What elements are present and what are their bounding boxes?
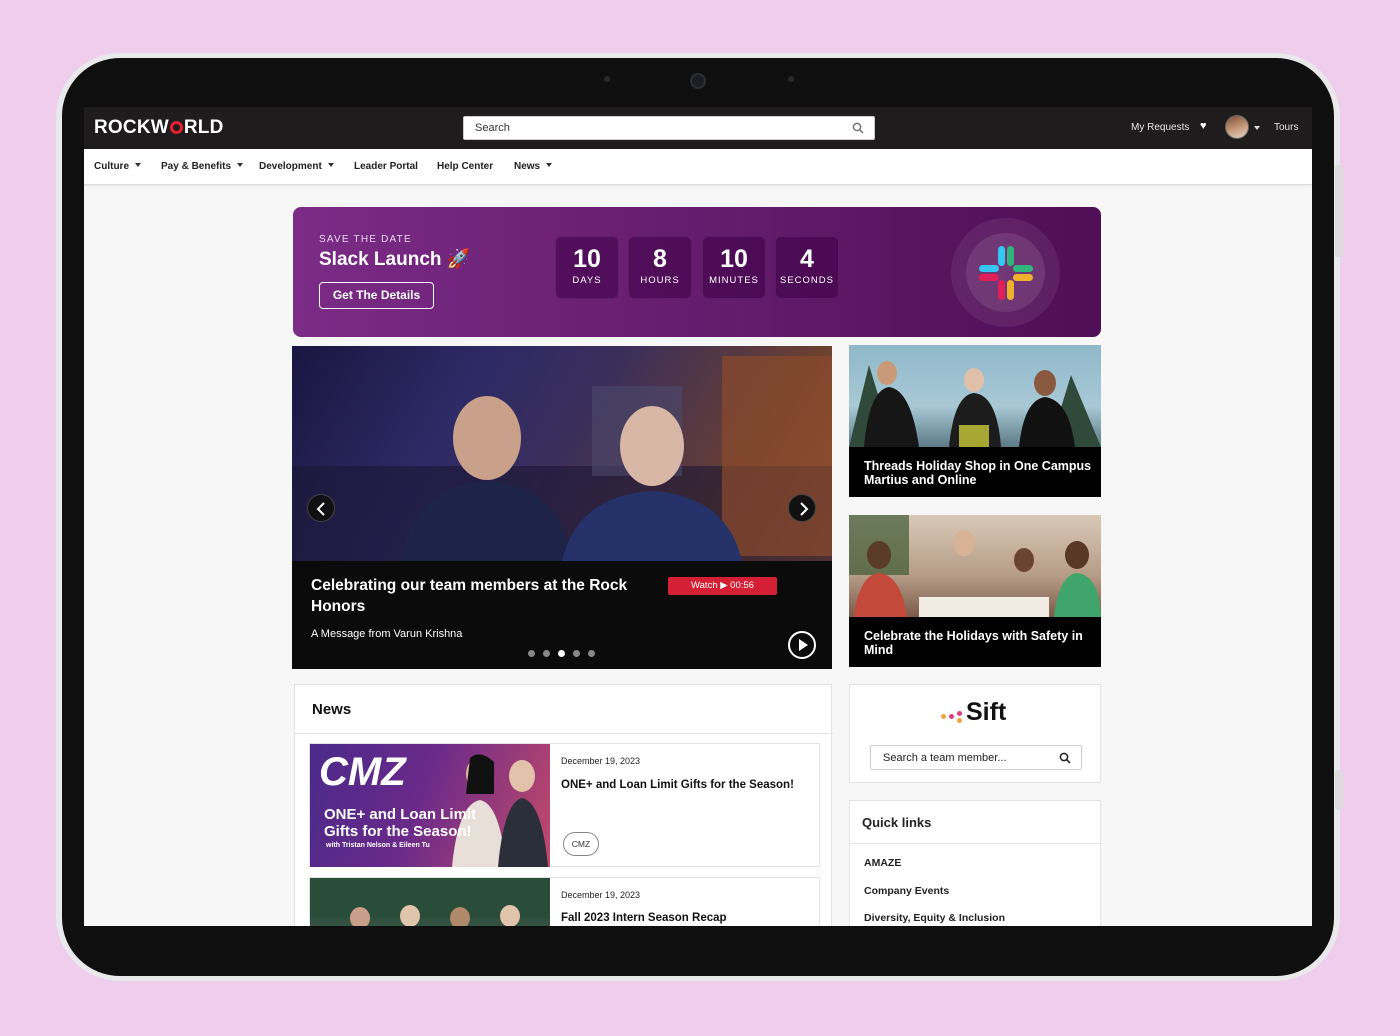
play-icon xyxy=(799,639,808,651)
carousel-dot[interactable] xyxy=(543,650,550,657)
sift-search-placeholder: Search a team member... xyxy=(883,752,1007,764)
team-member-search-input[interactable]: Search a team member... xyxy=(870,745,1082,770)
carousel-next-button[interactable] xyxy=(788,494,816,522)
slack-logo-icon xyxy=(979,246,1033,300)
top-bar: ROCKW RLD Search My Requests ♥ Tours xyxy=(84,107,1312,149)
quick-link-dei[interactable]: Diversity, Equity & Inclusion xyxy=(864,912,1005,924)
countdown-hours: 8 HOURS xyxy=(628,236,692,299)
feature-photo-family xyxy=(849,515,1101,617)
caret-down-icon xyxy=(546,163,553,167)
nav-item-pay-benefits[interactable]: Pay & Benefits xyxy=(161,161,244,172)
play-pause-button[interactable] xyxy=(788,631,816,659)
quick-link-amaze[interactable]: AMAZE xyxy=(864,857,901,869)
news-date: December 19, 2023 xyxy=(561,890,641,900)
favorites-heart-icon[interactable]: ♥ xyxy=(1200,120,1207,132)
feature-card-holidays[interactable]: Celebrate the Holidays with Safety in Mi… xyxy=(849,515,1101,667)
banner-eyebrow: SAVE THE DATE xyxy=(319,234,412,245)
nav-item-culture[interactable]: Culture xyxy=(94,161,141,172)
get-details-button[interactable]: Get The Details xyxy=(319,282,434,309)
news-thumbnail: CMZ ONE+ and Loan Limit Gifts for the Se… xyxy=(310,744,550,867)
global-search-input[interactable]: Search xyxy=(463,116,875,140)
nav-item-leader-portal[interactable]: Leader Portal xyxy=(354,161,418,172)
hero-title[interactable]: Celebrating our team members at the Rock… xyxy=(311,575,651,617)
my-requests-link[interactable]: My Requests xyxy=(1131,122,1189,133)
caret-down-icon xyxy=(237,163,244,167)
watch-video-button[interactable]: Watch ▶ 00:56 xyxy=(668,577,777,595)
sift-logo-dot xyxy=(957,711,962,716)
sift-logo-dot xyxy=(957,718,962,723)
nav-item-help-center[interactable]: Help Center xyxy=(437,161,493,172)
feature-card-image xyxy=(849,345,1101,447)
sift-logo: Sift xyxy=(966,698,1007,726)
countdown-minutes: 10 MINUTES xyxy=(702,236,766,299)
news-item[interactable]: CMZ ONE+ and Loan Limit Gifts for the Se… xyxy=(309,743,820,867)
feature-card-title: Celebrate the Holidays with Safety in Mi… xyxy=(864,629,1083,657)
tablet-side-button xyxy=(1335,165,1343,257)
thumb-line-3: with Tristan Nelson & Eileen Tu xyxy=(326,842,430,849)
hero-image xyxy=(292,346,832,561)
search-placeholder: Search xyxy=(475,122,510,134)
quick-link-company-events[interactable]: Company Events xyxy=(864,885,949,897)
news-headline[interactable]: ONE+ and Loan Limit Gifts for the Season… xyxy=(561,779,794,791)
news-tag[interactable]: CMZ xyxy=(563,832,599,856)
feature-card-threads[interactable]: Threads Holiday Shop in One Campus Marti… xyxy=(849,345,1101,497)
screen: ROCKW RLD Search My Requests ♥ Tours Cult… xyxy=(84,107,1312,926)
hero-subtitle: A Message from Varun Krishna xyxy=(311,628,463,640)
news-heading: News xyxy=(312,701,352,718)
chevron-down-icon[interactable] xyxy=(1254,126,1260,130)
tours-link[interactable]: Tours xyxy=(1274,122,1298,133)
carousel-dot[interactable] xyxy=(528,650,535,657)
feature-photo-people xyxy=(849,361,1101,447)
feature-card-image xyxy=(849,515,1101,617)
sensor-dot xyxy=(604,76,610,82)
news-panel: News CMZ ONE+ and Loan Limit Gifts for t… xyxy=(294,684,833,926)
sift-widget: Sift Search a team member... xyxy=(849,684,1101,783)
carousel-dot[interactable] xyxy=(588,650,595,657)
sift-logo-dot xyxy=(949,714,954,719)
user-avatar[interactable] xyxy=(1225,115,1249,139)
countdown-days: 10 DAYS xyxy=(555,236,619,299)
thumb-line-1: ONE+ and Loan Limit xyxy=(324,806,477,823)
tablet-side-button xyxy=(1335,770,1343,810)
carousel-dot-active[interactable] xyxy=(558,650,565,657)
carousel-dot[interactable] xyxy=(573,650,580,657)
thumb-line-2: Gifts for the Season! xyxy=(324,823,472,840)
hero-photo-people xyxy=(292,356,832,561)
camera-icon xyxy=(690,73,706,89)
feature-card-title: Threads Holiday Shop in One Campus Marti… xyxy=(864,459,1092,487)
main-nav: Culture Pay & Benefits Development Leade… xyxy=(84,149,1312,185)
news-thumbnail xyxy=(310,878,550,926)
sift-logo-dot xyxy=(941,714,946,719)
news-date: December 19, 2023 xyxy=(561,756,641,766)
search-icon[interactable] xyxy=(1059,752,1071,764)
slack-launch-banner: SAVE THE DATE Slack Launch 🚀 Get The Det… xyxy=(293,207,1101,337)
hero-carousel: Celebrating our team members at the Rock… xyxy=(292,346,832,669)
caret-down-icon xyxy=(327,163,334,167)
caret-down-icon xyxy=(135,163,141,167)
nav-item-development[interactable]: Development xyxy=(259,161,334,172)
search-icon[interactable] xyxy=(852,122,864,134)
nav-item-news[interactable]: News xyxy=(514,161,553,172)
chevron-right-icon xyxy=(800,502,809,516)
countdown-seconds: 4 SECONDS xyxy=(775,236,839,299)
banner-title: Slack Launch 🚀 xyxy=(319,249,471,270)
news-item[interactable]: December 19, 2023 Fall 2023 Intern Seaso… xyxy=(309,877,820,926)
news-headline[interactable]: Fall 2023 Intern Season Recap xyxy=(561,912,727,924)
quick-links-panel: Quick links AMAZE Company Events Diversi… xyxy=(849,800,1102,926)
quick-links-header: Quick links xyxy=(850,801,1102,844)
sensor-dot xyxy=(788,76,794,82)
news-photo-stadium xyxy=(310,878,550,926)
cmz-logo: CMZ xyxy=(319,750,406,794)
chevron-left-icon xyxy=(316,502,325,516)
quick-links-heading: Quick links xyxy=(862,815,932,830)
news-header: News xyxy=(295,685,833,734)
rockworld-logo[interactable]: ROCKW RLD xyxy=(94,117,224,139)
carousel-prev-button[interactable] xyxy=(307,494,335,522)
